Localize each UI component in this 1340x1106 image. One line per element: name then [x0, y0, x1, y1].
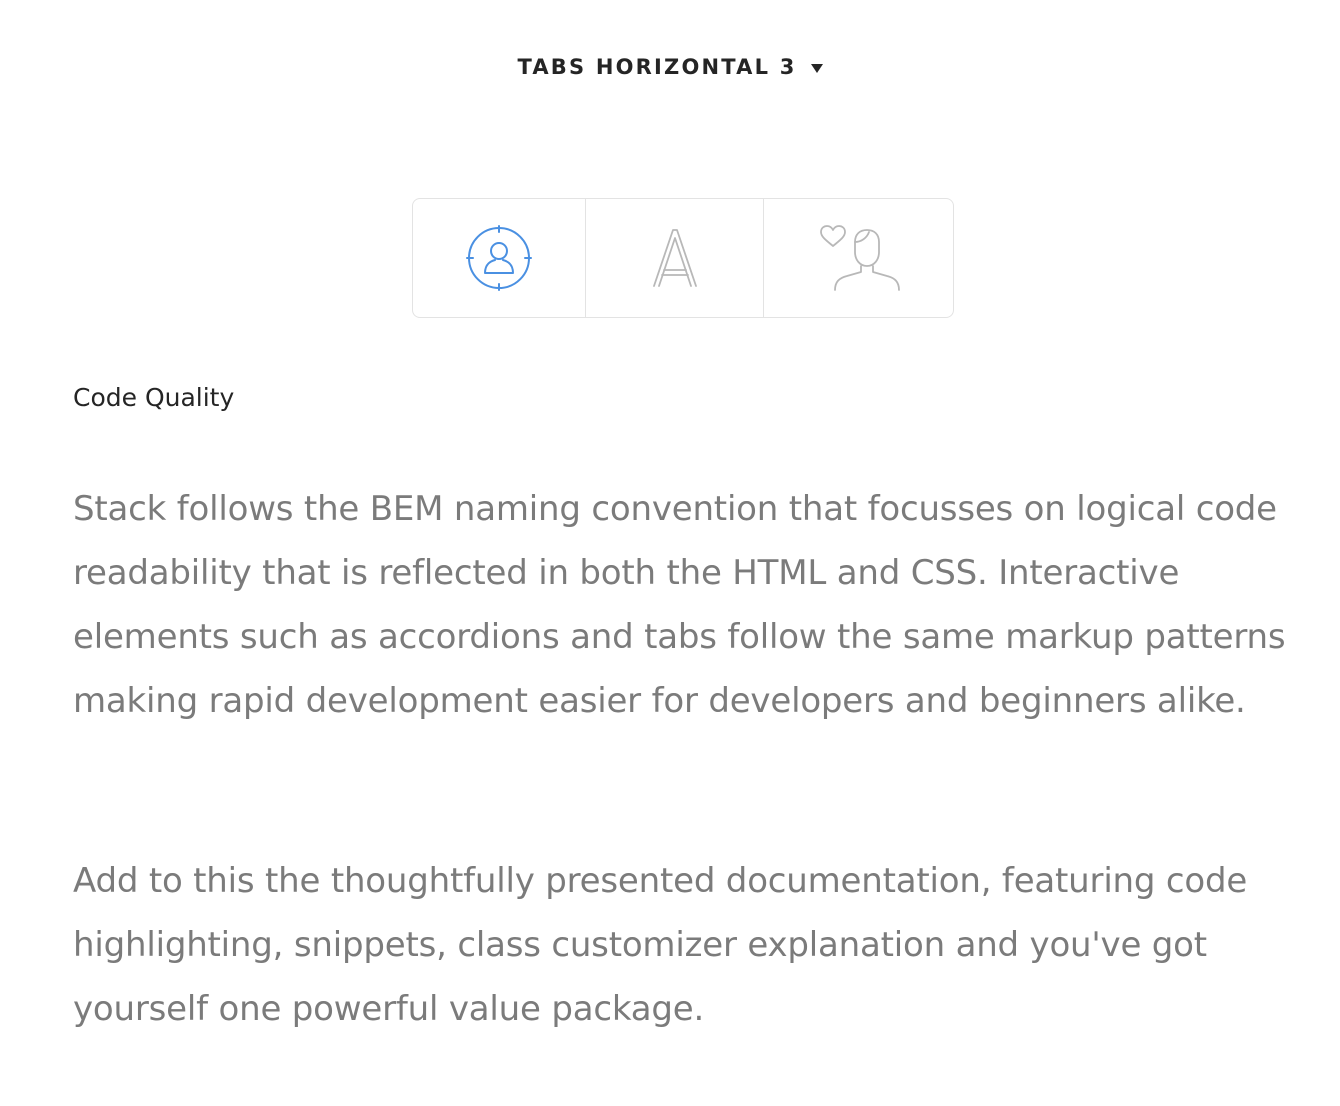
tab-bar: [412, 198, 954, 318]
content-paragraph: Add to this the thoughtfully presented d…: [73, 861, 1248, 1029]
user-target-icon: [466, 225, 532, 291]
tab-user[interactable]: [413, 199, 585, 317]
caret-down-icon: [810, 63, 823, 73]
letter-a-icon: [652, 229, 697, 287]
section-title: Code Quality: [73, 383, 235, 412]
content-paragraph: Stack follows the BEM naming convention …: [73, 489, 1286, 721]
user-heart-icon: [819, 225, 900, 291]
tabs-style-dropdown[interactable]: TABS HORIZONTAL 3: [0, 52, 1340, 82]
dropdown-label: TABS HORIZONTAL 3: [517, 55, 797, 79]
tab-favorites[interactable]: [763, 199, 953, 317]
tab-typography[interactable]: [585, 199, 763, 317]
